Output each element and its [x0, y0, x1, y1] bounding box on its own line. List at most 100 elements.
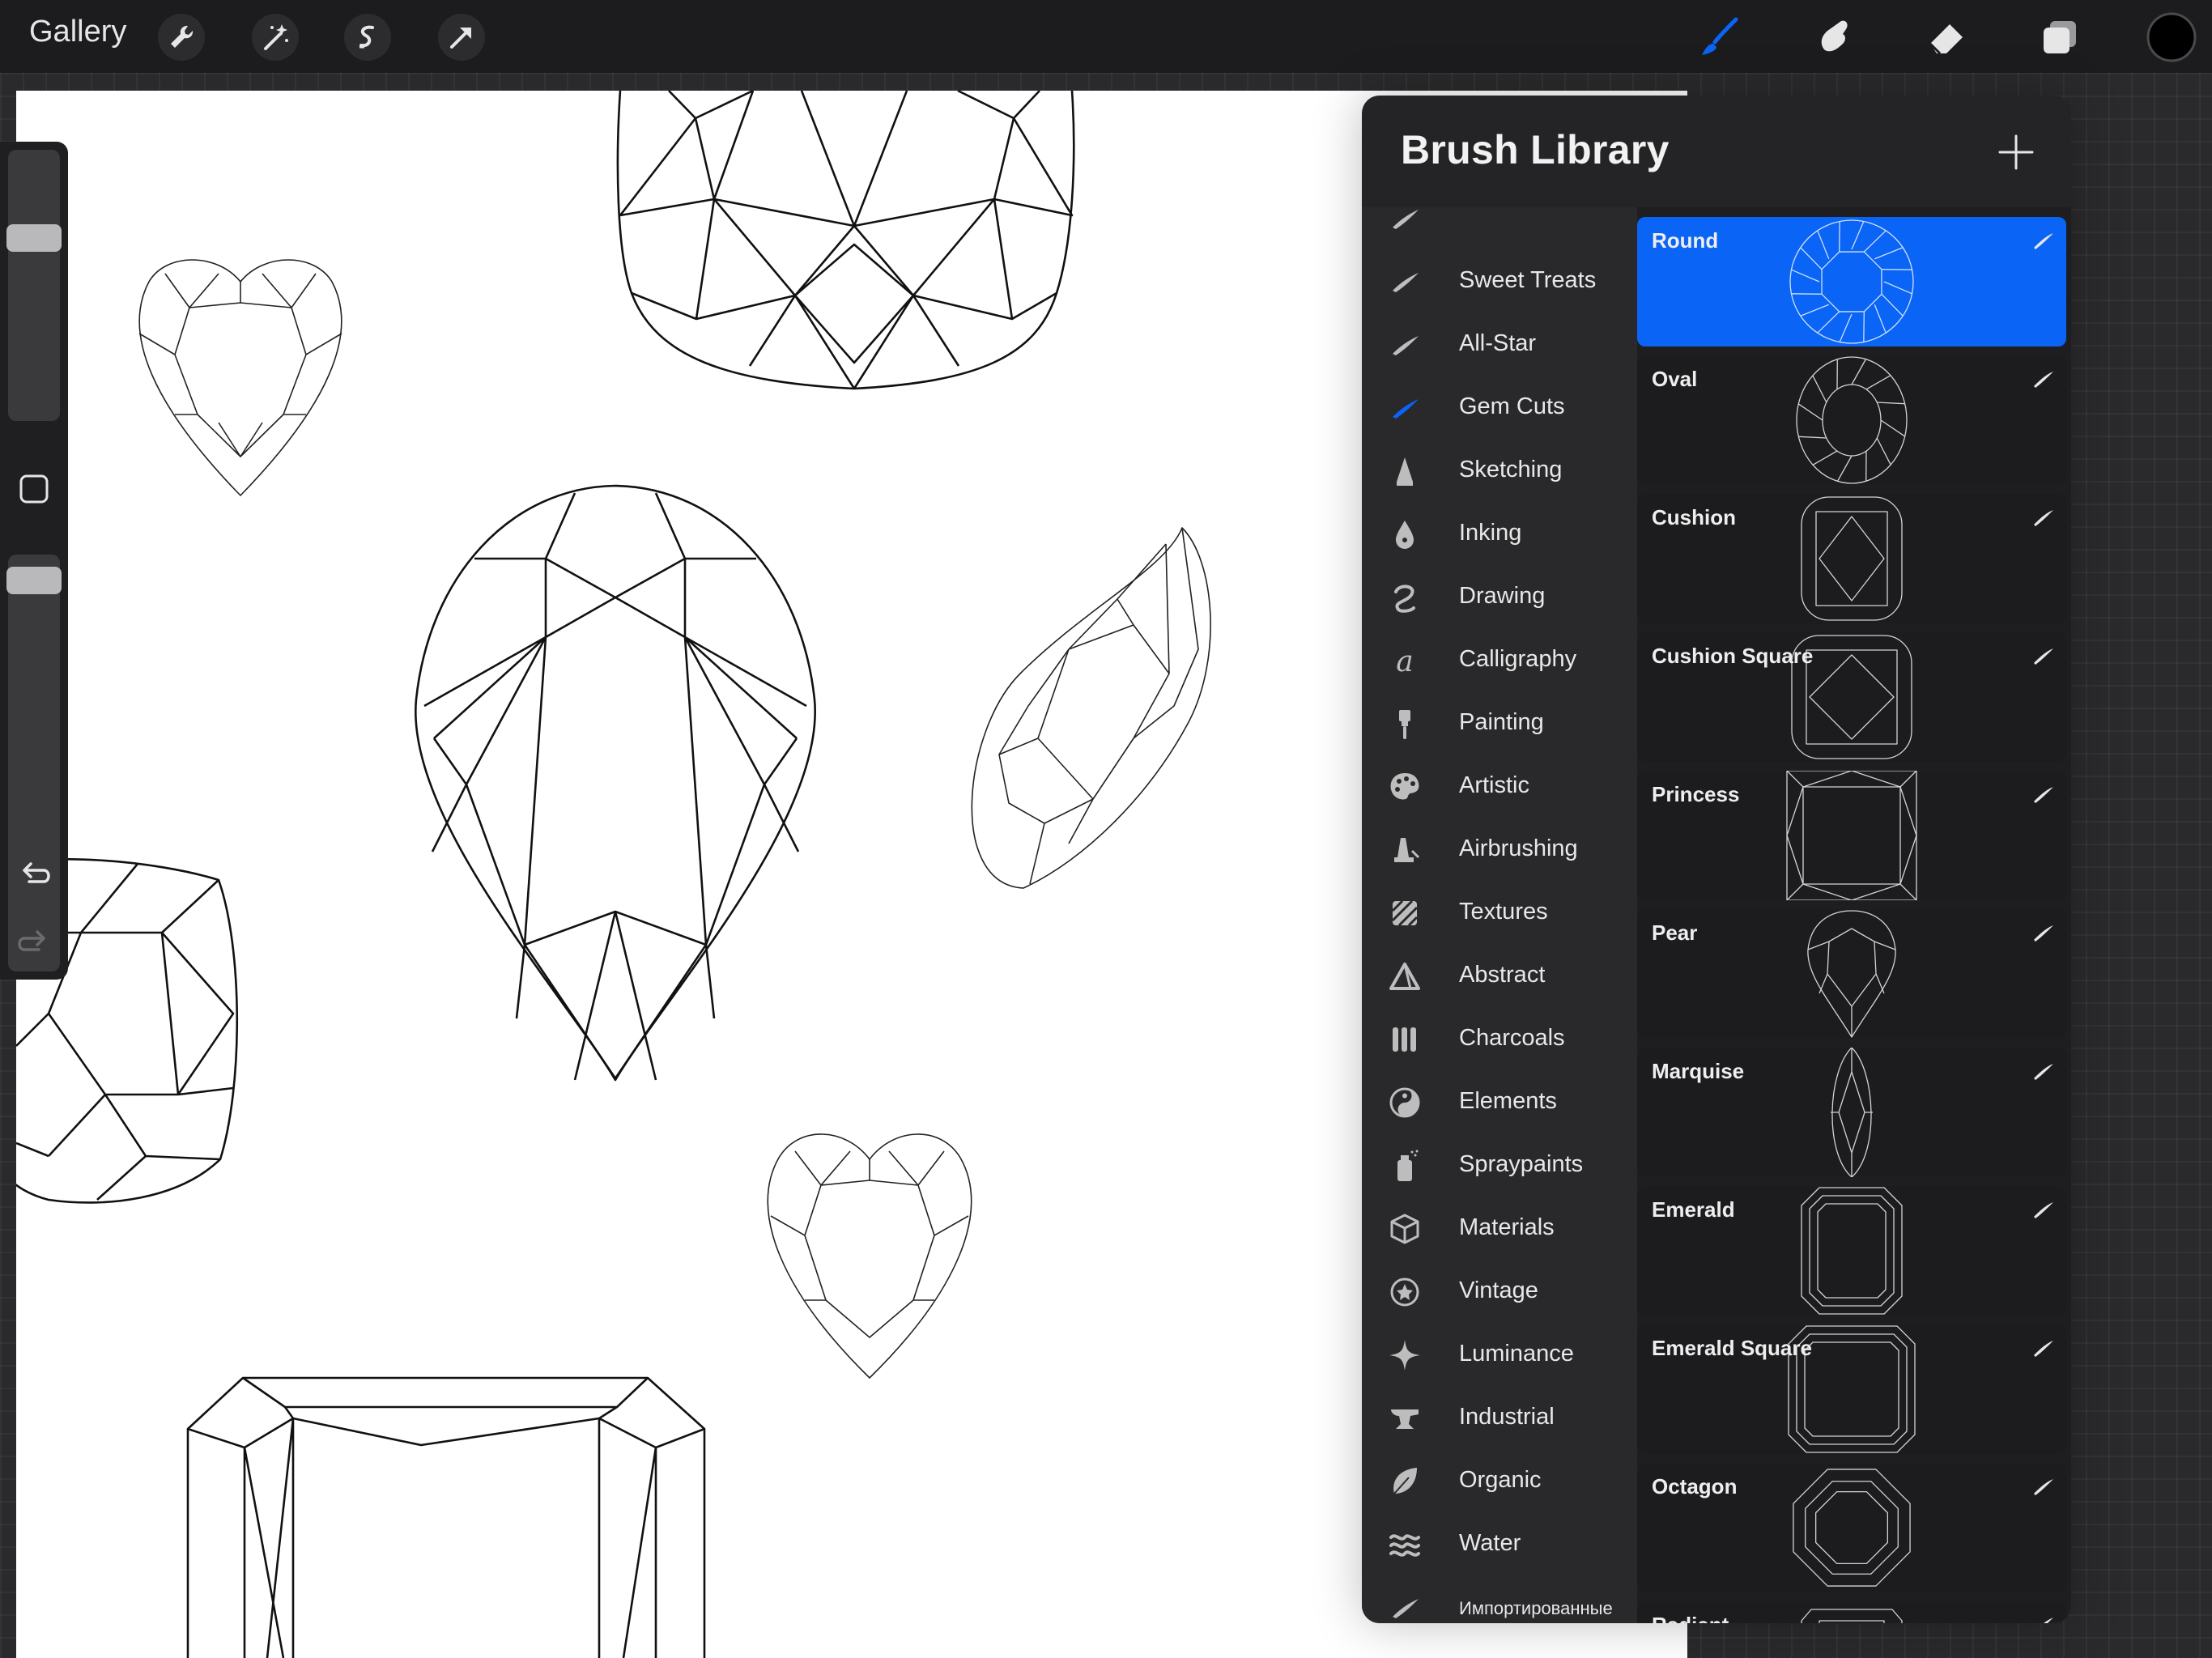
gallery-button[interactable]: Gallery	[29, 15, 126, 49]
category-label: Abstract	[1459, 962, 1546, 988]
spray-can-icon	[1388, 1149, 1422, 1183]
cube-icon	[1388, 1212, 1422, 1246]
cushion-gem-preview	[1783, 494, 1921, 623]
marquise-gem-preview	[1783, 1048, 1921, 1177]
palette-icon	[1388, 770, 1422, 804]
brush-icon[interactable]	[1694, 11, 1746, 63]
brush-stroke-icon	[2031, 782, 2055, 806]
category-item[interactable]: Artistic	[1362, 755, 1637, 818]
calligraphy-a-icon: a	[1388, 644, 1422, 678]
brush-stroke-icon	[2031, 1336, 2055, 1360]
brush-stroke-icon	[2031, 920, 2055, 945]
category-label: Organic	[1459, 1467, 1542, 1493]
brush-size-slider[interactable]	[6, 150, 62, 421]
brush-item[interactable]: Emerald Square	[1637, 1324, 2066, 1454]
category-label: Inking	[1459, 520, 1522, 546]
brush-item[interactable]: Emerald	[1637, 1186, 2066, 1316]
wrench-icon[interactable]	[155, 11, 207, 63]
category-item[interactable]: Materials	[1362, 1197, 1637, 1260]
opacity-slider[interactable]	[6, 555, 62, 971]
ink-drop-icon	[1388, 517, 1422, 551]
emerald-gem-preview	[1783, 1186, 1921, 1316]
brush-item[interactable]: Cushion Square	[1637, 632, 2066, 762]
brush-category-list[interactable]: G-Rutkowski brushes... Sweet Treats All-St…	[1362, 207, 1637, 1623]
brush-name: Princess	[1652, 782, 1740, 806]
brush-name: Cushion	[1652, 505, 1736, 529]
modify-square-button[interactable]	[15, 470, 53, 508]
brush-stroke-icon	[2031, 505, 2055, 529]
pear-gem-preview	[1783, 909, 1921, 1039]
category-item[interactable]: Abstract	[1362, 944, 1637, 1007]
leaf-icon	[1388, 1465, 1422, 1499]
brush-stroke-icon	[2031, 228, 2055, 253]
undo-icon[interactable]	[15, 854, 53, 893]
category-item[interactable]: Spraypaints	[1362, 1133, 1637, 1197]
brush-stroke-icon	[1388, 391, 1422, 425]
opacity-thumb[interactable]	[6, 567, 62, 594]
brush-stroke-icon	[2031, 644, 2055, 668]
paintbrush-icon	[1388, 707, 1422, 741]
category-item[interactable]: Water	[1362, 1512, 1637, 1575]
brush-item[interactable]: Radiant	[1637, 1601, 2066, 1623]
category-label: Calligraphy	[1459, 646, 1577, 672]
anvil-icon	[1388, 1401, 1422, 1435]
category-item[interactable]: Drawing	[1362, 565, 1637, 628]
category-item[interactable]: Inking	[1362, 502, 1637, 565]
magic-wand-icon[interactable]	[249, 11, 301, 63]
brush-name: Emerald Square	[1652, 1336, 1812, 1360]
layers-icon[interactable]	[2034, 11, 2086, 63]
brush-name: Cushion Square	[1652, 644, 1814, 668]
texture-icon	[1388, 896, 1422, 930]
brush-stroke-icon	[2031, 367, 2055, 391]
radiant-gem-preview	[1783, 1601, 1921, 1623]
category-item[interactable]: a Calligraphy	[1362, 628, 1637, 691]
category-item[interactable]: Elements	[1362, 1070, 1637, 1133]
brush-item[interactable]: Octagon	[1637, 1463, 2066, 1592]
category-label: Elements	[1459, 1088, 1557, 1114]
category-label: Vintage	[1459, 1278, 1538, 1303]
category-item[interactable]: Vintage	[1362, 1260, 1637, 1323]
top-toolbar: Gallery	[0, 0, 2212, 73]
brush-item[interactable]: Marquise	[1637, 1048, 2066, 1177]
smudge-icon[interactable]	[1807, 11, 1859, 63]
brush-name: Marquise	[1652, 1059, 1745, 1083]
category-label: Sweet Treats	[1459, 267, 1597, 293]
eraser-icon[interactable]	[1921, 11, 1972, 63]
brush-name: Emerald	[1652, 1197, 1735, 1222]
category-item[interactable]: Sketching	[1362, 439, 1637, 502]
round-gem-preview	[1783, 217, 1921, 346]
category-item[interactable]: Sweet Treats	[1362, 249, 1637, 312]
brush-stroke-icon	[2031, 1613, 2055, 1623]
category-item[interactable]: Airbrushing	[1362, 818, 1637, 881]
category-item[interactable]: Organic	[1362, 1449, 1637, 1512]
brush-list[interactable]: Round Oval Cushion Cushion Square Princess Pe…	[1637, 207, 2071, 1623]
brush-item[interactable]: Round	[1637, 217, 2066, 346]
oval-gem-preview	[1783, 355, 1921, 485]
brush-item[interactable]: Oval	[1637, 355, 2066, 485]
squiggle-icon	[1388, 580, 1422, 614]
category-label: Airbrushing	[1459, 835, 1578, 861]
brush-item[interactable]: Princess	[1637, 771, 2066, 900]
redo-icon[interactable]	[15, 922, 53, 961]
brush-item[interactable]: Pear	[1637, 909, 2066, 1039]
color-swatch[interactable]	[2146, 11, 2197, 63]
charcoal-icon	[1388, 1022, 1422, 1056]
category-item[interactable]: Industrial	[1362, 1386, 1637, 1449]
category-item[interactable]: Charcoals	[1362, 1007, 1637, 1070]
plus-icon[interactable]	[1993, 130, 2039, 175]
brush-item[interactable]: Cushion	[1637, 494, 2066, 623]
brush-stroke-icon	[1388, 207, 1422, 236]
category-item[interactable]: Gem Cuts	[1362, 376, 1637, 439]
category-item[interactable]: Painting	[1362, 691, 1637, 755]
panel-title: Brush Library	[1401, 127, 1670, 172]
brush-stroke-icon	[1388, 1591, 1422, 1623]
category-item[interactable]: G-Rutkowski brushes...	[1362, 207, 1637, 249]
category-item[interactable]: Luminance	[1362, 1323, 1637, 1386]
transform-arrow-icon[interactable]	[436, 11, 487, 63]
brush-size-thumb[interactable]	[6, 224, 62, 252]
category-item[interactable]: All-Star	[1362, 312, 1637, 376]
brush-name: Round	[1652, 228, 1719, 253]
selection-icon[interactable]	[342, 11, 393, 63]
category-item[interactable]: Импортированные	[1362, 1575, 1637, 1623]
category-item[interactable]: Textures	[1362, 881, 1637, 944]
